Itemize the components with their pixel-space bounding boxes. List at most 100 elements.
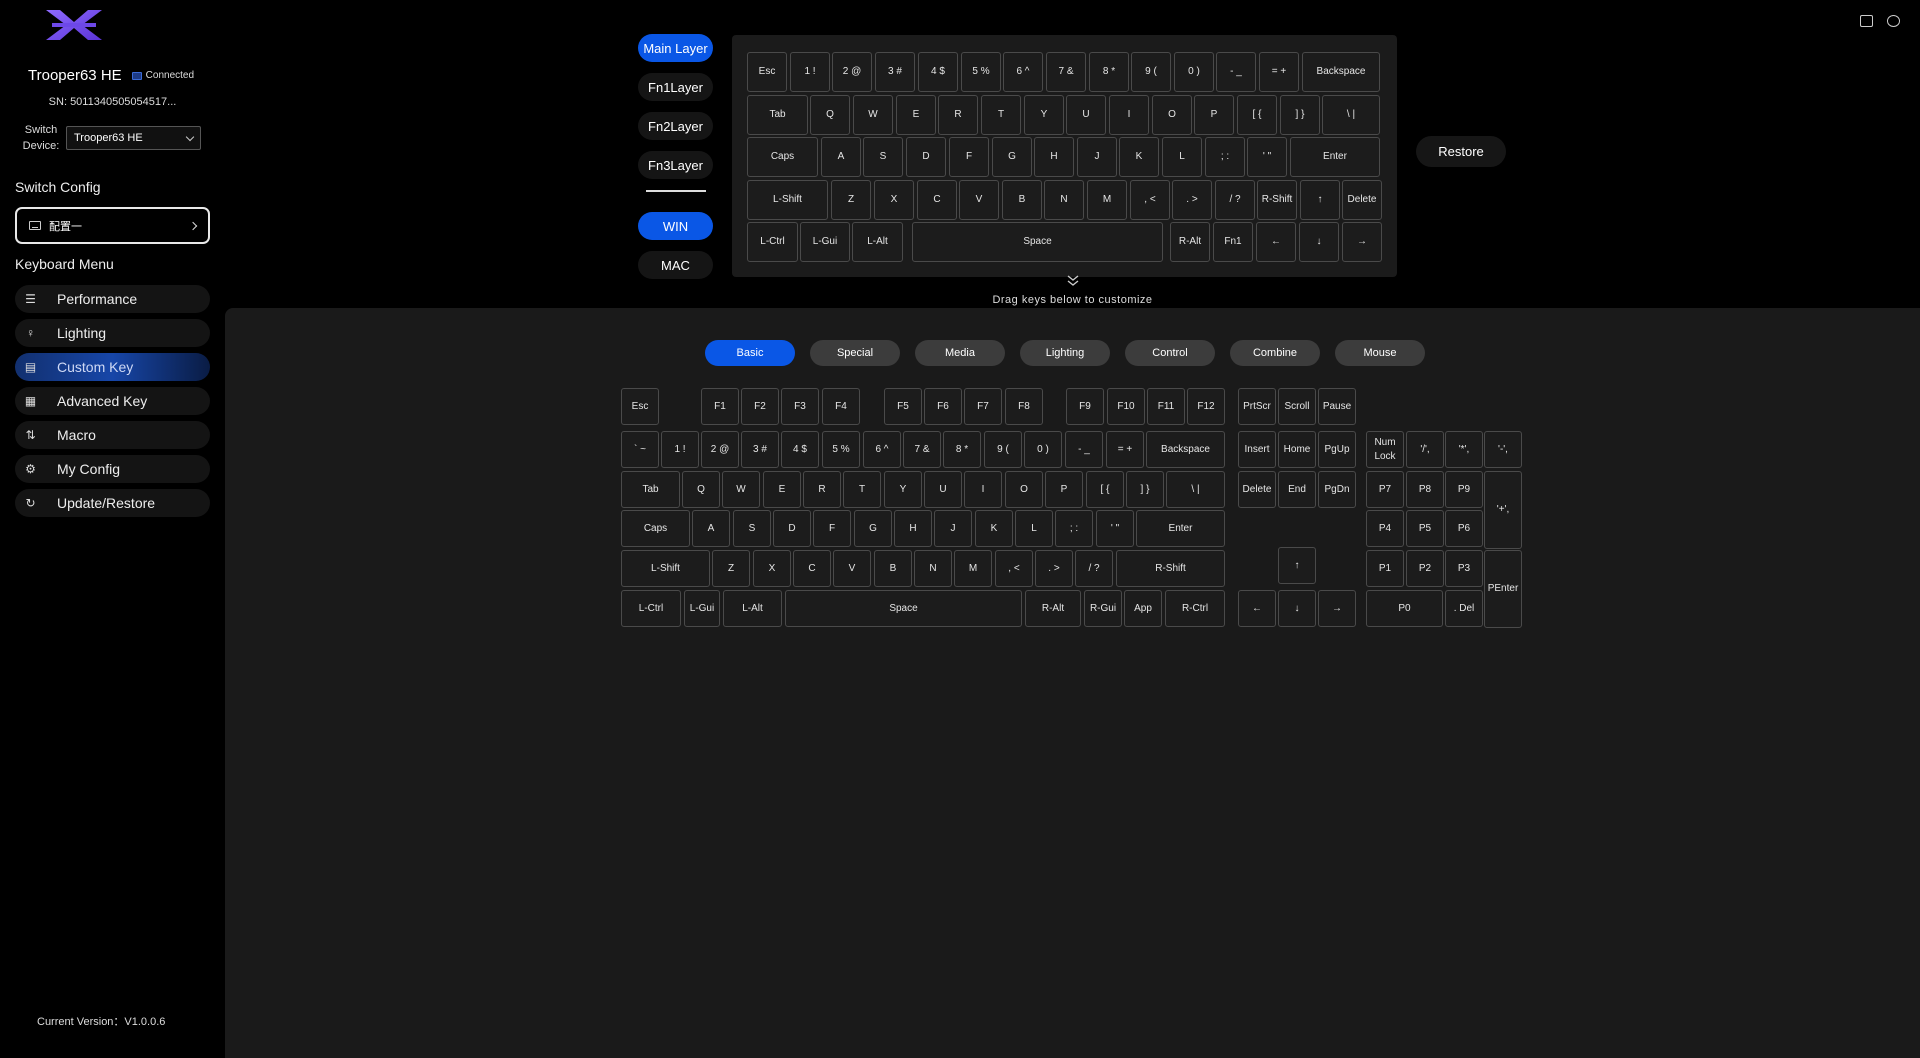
key[interactable]: → <box>1342 222 1382 262</box>
key[interactable]: 7 & <box>903 431 941 468</box>
key[interactable]: Caps <box>747 137 818 177</box>
key[interactable]: F6 <box>924 388 962 425</box>
key[interactable]: ; : <box>1205 137 1245 177</box>
key[interactable]: Y <box>884 471 922 508</box>
key[interactable]: P0 <box>1366 590 1443 627</box>
key[interactable]: ↓ <box>1278 590 1316 627</box>
key[interactable]: E <box>763 471 801 508</box>
key[interactable]: ← <box>1256 222 1296 262</box>
os-mac[interactable]: MAC <box>638 251 713 279</box>
key[interactable]: Delete <box>1238 471 1276 508</box>
key[interactable]: Insert <box>1238 431 1276 468</box>
category-media[interactable]: Media <box>915 340 1005 366</box>
key[interactable]: , < <box>1130 180 1170 220</box>
key[interactable]: L-Shift <box>621 550 710 587</box>
key[interactable]: \ | <box>1166 471 1225 508</box>
key[interactable]: 1 ! <box>661 431 699 468</box>
key[interactable]: Tab <box>747 95 808 135</box>
key[interactable]: 4 $ <box>918 52 958 92</box>
key[interactable]: 2 @ <box>832 52 872 92</box>
key[interactable]: T <box>981 95 1021 135</box>
key[interactable]: L-Ctrl <box>621 590 681 627</box>
key[interactable]: Home <box>1278 431 1316 468</box>
key[interactable]: Backspace <box>1302 52 1380 92</box>
key[interactable]: = + <box>1106 431 1144 468</box>
key[interactable]: K <box>1119 137 1159 177</box>
key[interactable]: C <box>917 180 957 220</box>
key[interactable]: J <box>934 510 972 547</box>
key[interactable]: R-Shift <box>1116 550 1225 587</box>
key[interactable]: ↑ <box>1300 180 1340 220</box>
category-combine[interactable]: Combine <box>1230 340 1320 366</box>
key[interactable]: C <box>793 550 831 587</box>
key[interactable]: P5 <box>1406 510 1444 547</box>
layer-fn2[interactable]: Fn2Layer <box>638 112 713 140</box>
key[interactable]: \ | <box>1322 95 1380 135</box>
key[interactable]: ] } <box>1126 471 1164 508</box>
key[interactable]: R <box>803 471 841 508</box>
key[interactable]: / ? <box>1215 180 1255 220</box>
key[interactable]: W <box>722 471 760 508</box>
key[interactable]: 5 % <box>961 52 1001 92</box>
key[interactable]: Space <box>912 222 1163 262</box>
key[interactable]: L-Gui <box>684 590 720 627</box>
key[interactable]: G <box>854 510 892 547</box>
key[interactable]: D <box>906 137 946 177</box>
key[interactable]: L-Gui <box>800 222 850 262</box>
key[interactable]: U <box>924 471 962 508</box>
key[interactable]: R-Alt <box>1025 590 1081 627</box>
menu-item-advanced-key[interactable]: ▦ Advanced Key <box>15 387 210 415</box>
key[interactable]: N <box>1044 180 1084 220</box>
key[interactable]: F4 <box>822 388 860 425</box>
key[interactable]: 4 $ <box>781 431 819 468</box>
key[interactable]: PrtScr <box>1238 388 1276 425</box>
key[interactable]: F10 <box>1107 388 1145 425</box>
key[interactable]: ` ~ <box>621 431 659 468</box>
key[interactable]: F9 <box>1066 388 1104 425</box>
key[interactable]: → <box>1318 590 1356 627</box>
key[interactable]: H <box>1034 137 1074 177</box>
key[interactable]: PgDn <box>1318 471 1356 508</box>
key[interactable]: P7 <box>1366 471 1404 508</box>
menu-item-update-restore[interactable]: ↻ Update/Restore <box>15 489 210 517</box>
key[interactable]: App <box>1124 590 1162 627</box>
key[interactable]: 8 * <box>943 431 981 468</box>
key[interactable]: F2 <box>741 388 779 425</box>
category-special[interactable]: Special <box>810 340 900 366</box>
key[interactable]: I <box>1109 95 1149 135</box>
key[interactable]: O <box>1005 471 1043 508</box>
menu-item-lighting[interactable]: ♀ Lighting <box>15 319 210 347</box>
key[interactable]: Esc <box>747 52 787 92</box>
key[interactable]: Tab <box>621 471 680 508</box>
key[interactable]: . > <box>1035 550 1073 587</box>
key[interactable]: P4 <box>1366 510 1404 547</box>
key[interactable]: PEnter <box>1484 550 1522 628</box>
key[interactable]: Scroll <box>1278 388 1316 425</box>
key[interactable]: . > <box>1172 180 1212 220</box>
key[interactable]: L-Ctrl <box>747 222 798 262</box>
key[interactable]: [ { <box>1086 471 1124 508</box>
key[interactable]: R-Shift <box>1257 180 1297 220</box>
key[interactable]: S <box>733 510 771 547</box>
key[interactable]: '+', <box>1484 471 1522 549</box>
key[interactable]: Caps <box>621 510 690 547</box>
key[interactable]: M <box>954 550 992 587</box>
key[interactable]: P6 <box>1445 510 1483 547</box>
layer-fn1[interactable]: Fn1Layer <box>638 73 713 101</box>
key[interactable]: F8 <box>1005 388 1043 425</box>
key[interactable]: 9 ( <box>984 431 1022 468</box>
key[interactable]: R <box>938 95 978 135</box>
key[interactable]: ← <box>1238 590 1276 627</box>
key[interactable]: P1 <box>1366 550 1404 587</box>
category-mouse[interactable]: Mouse <box>1335 340 1425 366</box>
key[interactable]: Y <box>1024 95 1064 135</box>
key[interactable]: , < <box>995 550 1033 587</box>
key[interactable]: P2 <box>1406 550 1444 587</box>
key[interactable]: F <box>813 510 851 547</box>
key[interactable]: X <box>753 550 791 587</box>
key[interactable]: Z <box>712 550 750 587</box>
key[interactable]: X <box>874 180 914 220</box>
key[interactable]: B <box>874 550 912 587</box>
key[interactable]: N <box>914 550 952 587</box>
key[interactable]: Fn1 <box>1213 222 1253 262</box>
